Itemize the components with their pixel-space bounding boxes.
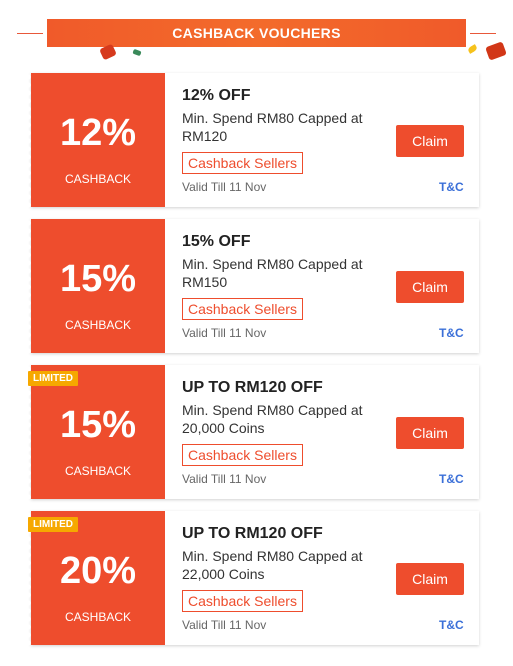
cashback-percent: 15% — [59, 404, 137, 446]
claim-button[interactable]: Claim — [396, 417, 464, 449]
voucher-description: Min. Spend RM80 Capped at RM120 — [182, 110, 363, 144]
voucher-title: 12% OFF — [182, 87, 251, 104]
voucher-validity: Valid Till 11 Nov — [182, 618, 267, 632]
cashback-label: CASHBACK — [64, 464, 132, 478]
cashback-sellers-tag: Cashback Sellers — [182, 444, 303, 466]
banner-divider-left — [17, 33, 43, 34]
cashback-label: CASHBACK — [64, 610, 132, 624]
claim-button[interactable]: Claim — [396, 563, 464, 595]
cashback-label: CASHBACK — [64, 318, 132, 332]
claim-button[interactable]: Claim — [396, 271, 464, 303]
voucher-card: 12% CASHBACK 12% OFF Min. Spend RM80 Cap… — [28, 73, 479, 207]
banner-title: CASHBACK VOUCHERS — [172, 25, 341, 41]
limited-badge: LIMITED — [28, 371, 78, 386]
cashback-label: CASHBACK — [64, 172, 132, 186]
limited-badge: LIMITED — [28, 517, 78, 532]
cashback-vouchers-banner: CASHBACK VOUCHERS — [47, 19, 507, 61]
voucher-description: Min. Spend RM80 Capped at RM150 — [182, 256, 363, 290]
cashback-percent: 12% — [59, 112, 137, 154]
voucher-card: LIMITED 20% CASHBACK UP TO RM120 OFF Min… — [28, 511, 479, 645]
voucher-title: 15% OFF — [182, 233, 251, 250]
decorative-leaf-icon — [485, 41, 507, 61]
cashback-percent: 20% — [59, 550, 137, 592]
voucher-card: 15% CASHBACK 15% OFF Min. Spend RM80 Cap… — [28, 219, 479, 353]
cashback-sellers-tag: Cashback Sellers — [182, 152, 303, 174]
voucher-validity: Valid Till 11 Nov — [182, 180, 267, 194]
terms-link[interactable]: T&C — [439, 618, 464, 632]
voucher-description: Min. Spend RM80 Capped at 22,000 Coins — [182, 548, 363, 582]
voucher-title: UP TO RM120 OFF — [182, 379, 323, 396]
cashback-percent: 15% — [59, 258, 137, 300]
terms-link[interactable]: T&C — [439, 326, 464, 340]
decorative-leaf-icon — [132, 48, 142, 57]
decorative-leaf-icon — [467, 44, 478, 54]
claim-button[interactable]: Claim — [396, 125, 464, 157]
voucher-cashback-panel: 12% CASHBACK — [28, 73, 165, 207]
cashback-sellers-tag: Cashback Sellers — [182, 298, 303, 320]
decorative-leaf-icon — [99, 43, 117, 61]
banner-divider-right — [470, 33, 496, 34]
voucher-description: Min. Spend RM80 Capped at 20,000 Coins — [182, 402, 363, 436]
voucher-validity: Valid Till 11 Nov — [182, 326, 267, 340]
voucher-title: UP TO RM120 OFF — [182, 525, 323, 542]
voucher-card: LIMITED 15% CASHBACK UP TO RM120 OFF Min… — [28, 365, 479, 499]
terms-link[interactable]: T&C — [439, 180, 464, 194]
voucher-validity: Valid Till 11 Nov — [182, 472, 267, 486]
terms-link[interactable]: T&C — [439, 472, 464, 486]
voucher-cashback-panel: 15% CASHBACK — [28, 219, 165, 353]
cashback-sellers-tag: Cashback Sellers — [182, 590, 303, 612]
